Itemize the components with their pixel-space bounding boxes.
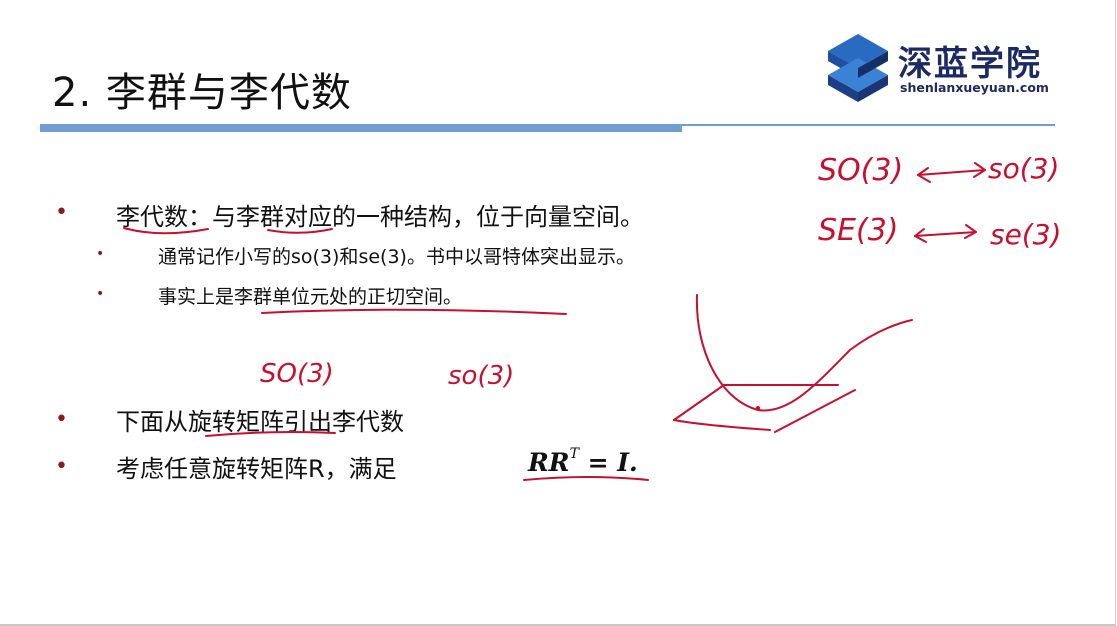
orthogonality-equation: RRT = I. — [528, 445, 638, 477]
logo-mark-icon — [828, 34, 888, 102]
sub-bullet-dot: • — [96, 286, 105, 302]
equation-lhs: RR — [528, 448, 570, 477]
title-underline-bar — [40, 124, 682, 132]
equation-transpose: T — [569, 445, 579, 462]
bullet-dot: • — [55, 454, 68, 479]
bullet-lie-algebra: 李代数：与李群对应的一种结构，位于向量空间。 — [116, 203, 644, 231]
title-underline-line — [682, 124, 1055, 126]
slide-title: 2. 李群与李代数 — [52, 70, 352, 116]
bullet-dot: • — [55, 200, 68, 225]
logo-chinese-text: 深蓝学院 — [898, 44, 1042, 84]
sub-bullet-dot: • — [96, 246, 105, 262]
bullet-derive: 下面从旋转矩阵引出李代数 — [116, 408, 404, 436]
sub-bullet-notation: 通常记作小写的so(3)和se(3)。书中以哥特体突出显示。 — [158, 246, 635, 268]
bullet-dot: • — [55, 407, 68, 432]
equation-rhs: = I. — [578, 448, 638, 477]
logo: 深蓝学院 shenlanxueyuan.com — [826, 34, 1062, 102]
logo-english-text: shenlanxueyuan.com — [900, 80, 1049, 95]
bullet-rotation-matrix: 考虑任意旋转矩阵R，满足 — [116, 455, 397, 483]
sub-bullet-tangent-space: 事实上是李群单位元处的正切空间。 — [158, 286, 463, 308]
